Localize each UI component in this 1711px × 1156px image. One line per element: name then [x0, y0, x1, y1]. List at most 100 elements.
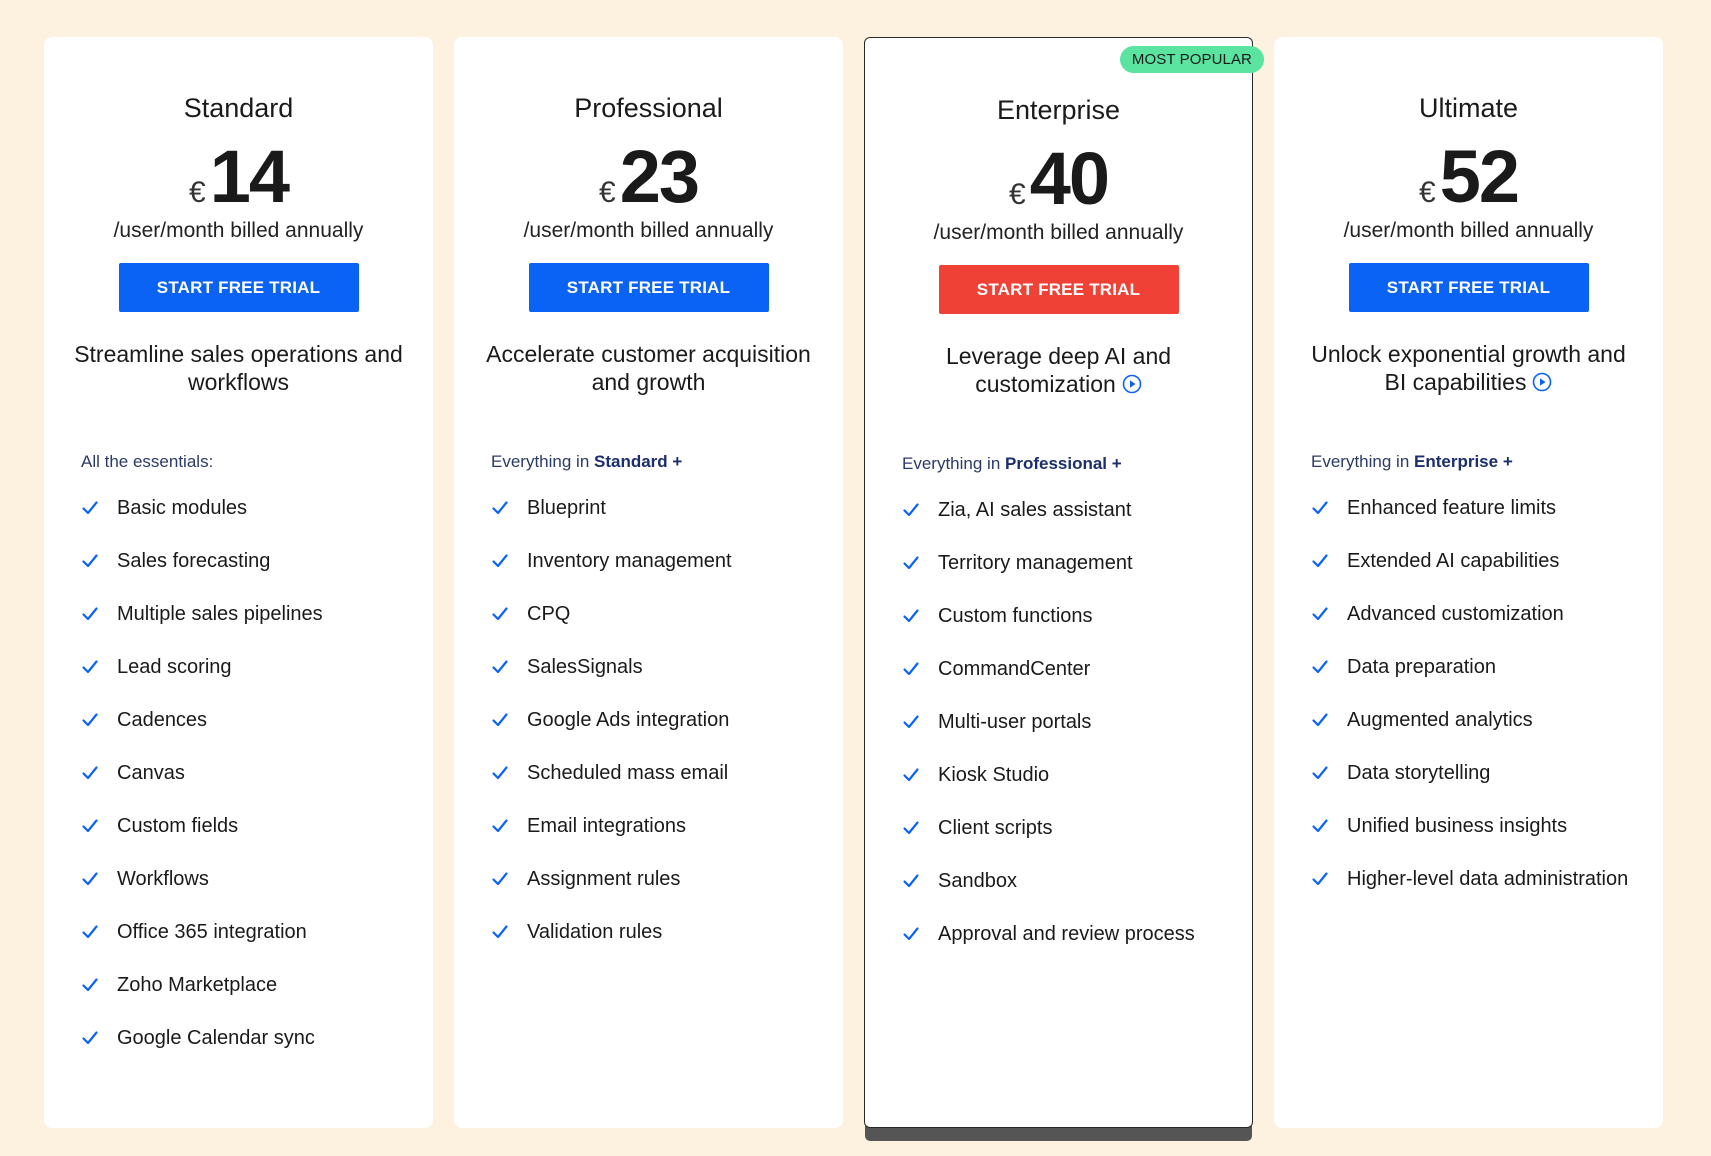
plan-tagline: Leverage deep AI and customization	[889, 342, 1228, 402]
feature-item: Augmented analytics	[1311, 706, 1663, 734]
check-icon	[1311, 762, 1329, 790]
start-free-trial-button[interactable]: START FREE TRIAL	[118, 263, 359, 312]
features-heading-prefix: Everything in	[1311, 452, 1414, 471]
features-heading-plan: Standard	[594, 452, 668, 471]
billing-period: /user/month billed annually	[1343, 219, 1594, 242]
feature-label: Cadences	[117, 709, 208, 731]
feature-label: Inventory management	[527, 550, 732, 572]
feature-label: Territory management	[938, 552, 1133, 574]
feature-label: Office 365 integration	[117, 921, 307, 943]
check-icon	[902, 817, 920, 845]
feature-label: CPQ	[527, 603, 571, 625]
feature-item: Scheduled mass email	[491, 759, 843, 787]
currency-symbol: €	[1419, 176, 1436, 209]
price: € 23	[454, 138, 843, 216]
check-icon	[1311, 709, 1329, 737]
feature-label: Advanced customization	[1347, 603, 1564, 625]
feature-list: Zia, AI sales assistant Territory managem…	[865, 496, 1252, 948]
plan-tagline: Accelerate customer acquisition and grow…	[478, 340, 819, 400]
feature-label: SalesSignals	[527, 656, 643, 678]
billing-period: /user/month billed annually	[523, 219, 774, 242]
check-icon	[81, 497, 99, 525]
features-heading-suffix: +	[667, 452, 683, 471]
feature-item: Zoho Marketplace	[81, 971, 433, 999]
features-heading: Everything in Standard +	[491, 452, 843, 472]
price-amount: 14	[209, 135, 290, 218]
feature-label: Lead scoring	[117, 656, 232, 678]
price-amount: 52	[1439, 135, 1520, 218]
feature-item: Extended AI capabilities	[1311, 547, 1663, 575]
check-icon	[902, 764, 920, 792]
currency-symbol: €	[1009, 178, 1026, 211]
check-icon	[81, 762, 99, 790]
feature-item: Unified business insights	[1311, 812, 1663, 840]
start-free-trial-button[interactable]: START FREE TRIAL	[1348, 263, 1589, 312]
price: € 40	[865, 140, 1252, 218]
plan-name: Professional	[574, 93, 723, 123]
feature-label: Validation rules	[527, 921, 663, 943]
feature-label: Data preparation	[1347, 656, 1496, 678]
feature-item: Canvas	[81, 759, 433, 787]
check-icon	[81, 868, 99, 896]
check-icon	[81, 550, 99, 578]
check-icon	[902, 552, 920, 580]
features-heading: All the essentials:	[81, 452, 433, 472]
feature-list: Blueprint Inventory management CPQ SalesSig…	[454, 494, 843, 946]
check-icon	[1311, 550, 1329, 578]
plan-name: Standard	[183, 93, 294, 123]
feature-label: Higher-level data administration	[1347, 868, 1629, 890]
features-heading-plan: Professional	[1005, 454, 1108, 473]
plan-tagline-text: Streamline sales operations and workflow…	[74, 341, 403, 395]
check-icon	[81, 974, 99, 1002]
feature-label: Google Ads integration	[527, 709, 730, 731]
check-icon	[902, 499, 920, 527]
feature-label: Assignment rules	[527, 868, 681, 890]
plan-name: Enterprise	[996, 95, 1121, 125]
feature-item: Basic modules	[81, 494, 433, 522]
price: € 52	[1274, 138, 1663, 216]
feature-item: Multi-user portals	[902, 708, 1252, 736]
feature-label: Basic modules	[117, 497, 248, 519]
feature-item: Data preparation	[1311, 653, 1663, 681]
features-heading-suffix: +	[1498, 452, 1513, 471]
check-icon	[1311, 603, 1329, 631]
start-free-trial-button[interactable]: START FREE TRIAL	[528, 263, 769, 312]
feature-item: Custom functions	[902, 602, 1252, 630]
check-icon	[902, 923, 920, 951]
feature-label: Blueprint	[527, 497, 606, 519]
feature-item: Validation rules	[491, 918, 843, 946]
check-icon	[491, 921, 509, 949]
price: € 14	[44, 138, 433, 216]
feature-item: Enhanced feature limits	[1311, 494, 1663, 522]
feature-item: Territory management	[902, 549, 1252, 577]
feature-item: Zia, AI sales assistant	[902, 496, 1252, 524]
plan-tagline: Streamline sales operations and workflow…	[68, 340, 409, 400]
feature-label: Extended AI capabilities	[1347, 550, 1560, 572]
play-circle-icon[interactable]	[1532, 370, 1552, 398]
feature-label: Augmented analytics	[1347, 709, 1533, 731]
check-icon	[81, 709, 99, 737]
feature-label: Zia, AI sales assistant	[938, 499, 1132, 521]
check-icon	[81, 815, 99, 843]
feature-item: Blueprint	[491, 494, 843, 522]
start-free-trial-button[interactable]: START FREE TRIAL	[938, 265, 1179, 314]
billing-period: /user/month billed annually	[113, 219, 364, 242]
feature-list: Basic modules Sales forecasting Multiple s…	[44, 494, 433, 1052]
price-amount: 40	[1029, 137, 1110, 220]
features-heading-suffix: +	[1107, 454, 1122, 473]
feature-item: SalesSignals	[491, 653, 843, 681]
play-circle-icon[interactable]	[1122, 372, 1142, 400]
plan-card-standard: Standard € 14 /user/month billed annuall…	[44, 37, 433, 1128]
check-icon	[81, 656, 99, 684]
check-icon	[81, 603, 99, 631]
plan-card-enterprise: MOST POPULAR Enterprise € 40 /user/month…	[864, 37, 1264, 1128]
plan-tagline-text: Accelerate customer acquisition and grow…	[486, 341, 811, 395]
price-amount: 23	[619, 135, 700, 218]
check-icon	[902, 658, 920, 686]
feature-item: Approval and review process	[902, 920, 1252, 948]
check-icon	[491, 815, 509, 843]
check-icon	[1311, 815, 1329, 843]
feature-item: Client scripts	[902, 814, 1252, 842]
plan-card-ultimate: Ultimate € 52 /user/month billed annuall…	[1274, 37, 1663, 1128]
feature-label: Multiple sales pipelines	[117, 603, 323, 625]
